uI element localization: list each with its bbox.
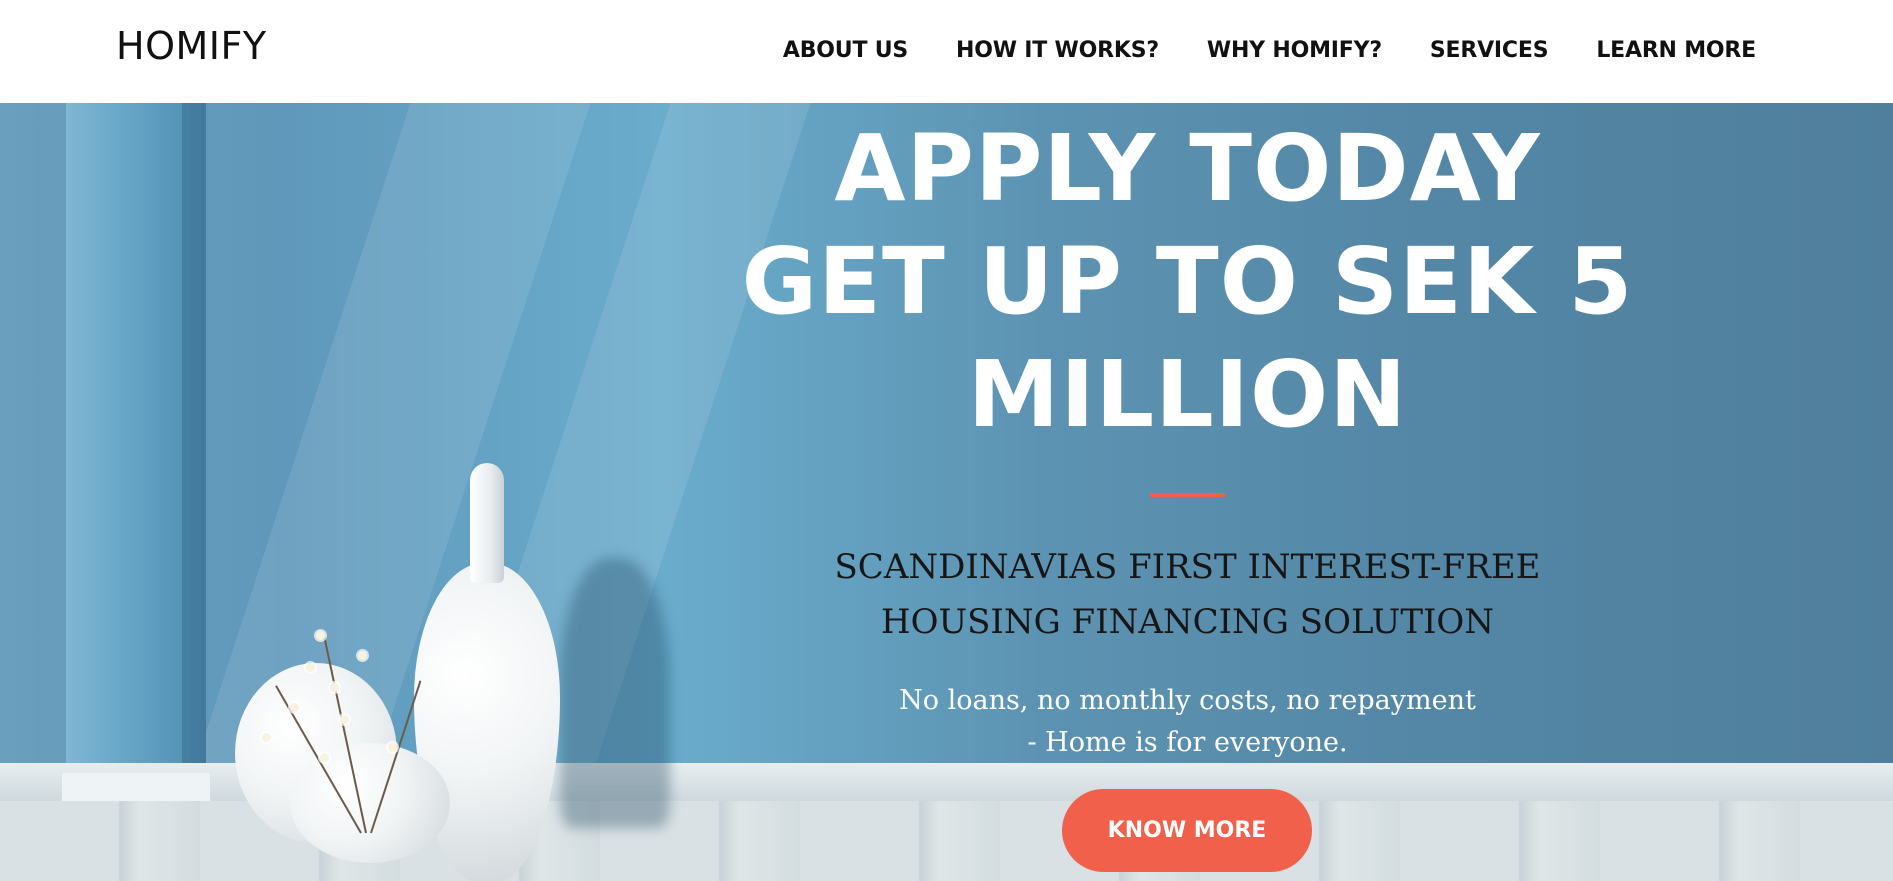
blossom xyxy=(316,631,325,640)
blossom xyxy=(330,683,339,692)
blossom xyxy=(340,715,349,724)
subtitle-line: SCANDINAVIAS FIRST INTEREST-FREE xyxy=(834,547,1541,587)
vase-shadow xyxy=(560,558,670,828)
headline-line: APPLY TODAY xyxy=(834,115,1541,222)
nav-about-us[interactable]: ABOUT US xyxy=(783,38,908,63)
hero-tagline: No loans, no monthly costs, no repayment… xyxy=(700,680,1675,764)
subtitle-line: HOUSING FINANCING SOLUTION xyxy=(880,602,1495,642)
headline-line: MILLION xyxy=(967,341,1408,448)
nav-services[interactable]: SERVICES xyxy=(1430,38,1549,63)
small-vase xyxy=(290,743,450,863)
know-more-button[interactable]: KNOW MORE xyxy=(1062,789,1312,872)
blossom xyxy=(320,753,329,762)
wall-pillar-shade xyxy=(182,103,206,806)
nav-learn-more[interactable]: LEARN MORE xyxy=(1596,38,1756,63)
blossom xyxy=(262,733,271,742)
nav-how-it-works[interactable]: HOW IT WORKS? xyxy=(956,38,1159,63)
blossom xyxy=(358,651,367,660)
blossom xyxy=(388,743,397,752)
tagline-line: - Home is for everyone. xyxy=(1027,727,1348,758)
tagline-line: No loans, no monthly costs, no repayment xyxy=(899,685,1476,716)
headline-line: GET UP TO SEK 5 xyxy=(741,228,1634,335)
hero-headline: APPLY TODAY GET UP TO SEK 5 MILLION xyxy=(700,112,1675,451)
accent-divider xyxy=(1150,493,1225,497)
blossom xyxy=(290,703,299,712)
tall-vase-neck xyxy=(470,463,504,583)
site-header: HOMIFY ABOUT US HOW IT WORKS? WHY HOMIFY… xyxy=(0,0,1893,103)
nav-why-homify[interactable]: WHY HOMIFY? xyxy=(1207,38,1382,63)
blossom xyxy=(306,663,315,672)
hero-subtitle: SCANDINAVIAS FIRST INTEREST-FREE HOUSING… xyxy=(700,540,1675,650)
logo[interactable]: HOMIFY xyxy=(116,24,267,68)
main-nav: ABOUT US HOW IT WORKS? WHY HOMIFY? SERVI… xyxy=(735,38,1756,63)
